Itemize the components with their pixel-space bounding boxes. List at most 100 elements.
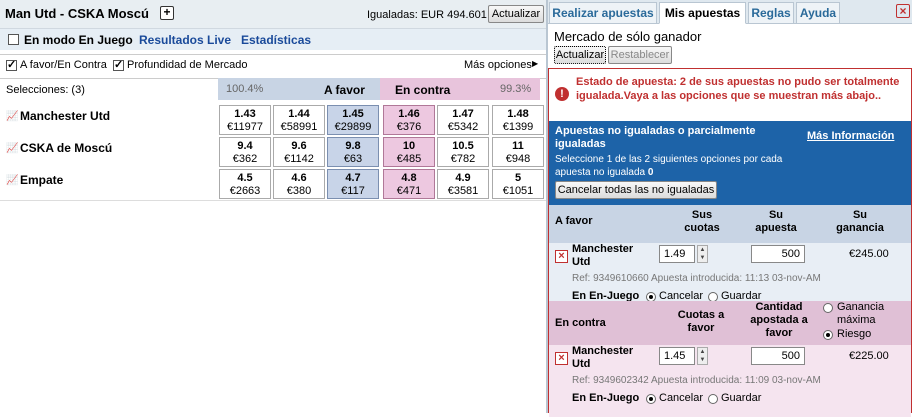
inplay-option-label: En En-Juego	[572, 392, 640, 404]
max-profit-label: Ganancia máxima	[837, 301, 885, 326]
keep-radio[interactable]	[708, 394, 718, 404]
price-cell[interactable]: 1.44 €58991	[273, 105, 325, 135]
volume: €63	[343, 153, 363, 165]
odds: 5	[514, 172, 522, 184]
instructions: Seleccione 1 de las 2 siguientes opcione…	[555, 153, 800, 179]
refresh-bets-button[interactable]: Actualizar	[554, 46, 606, 64]
unmatched-box: Apuestas no igualadas o parcialmente igu…	[549, 121, 911, 205]
best-lay-cell[interactable]: 4.8 €471	[383, 169, 435, 199]
odds: 10.5	[452, 140, 474, 152]
odds: 1.46	[398, 108, 420, 120]
matched-amount: Igualadas: EUR 494.601	[367, 9, 487, 21]
inplay-checkbox[interactable]	[8, 34, 19, 45]
market-title: Man Utd - CSKA Moscú	[5, 6, 149, 21]
odds: 1.47	[452, 108, 474, 120]
back-label: A favor	[324, 83, 365, 97]
odds: 9.6	[291, 140, 307, 152]
best-lay-cell[interactable]: 10 €485	[383, 137, 435, 167]
price-cell[interactable]: 1.48 €1399	[492, 105, 544, 135]
lay-section-label: En contra	[555, 317, 606, 329]
odds: 11	[512, 140, 524, 152]
volume: €1142	[284, 153, 314, 165]
refresh-button[interactable]: Actualizar	[488, 5, 544, 23]
instructions-text: Seleccione 1 de las 2 siguientes opcione…	[555, 154, 783, 178]
max-profit-radio[interactable]	[823, 303, 833, 313]
volume: €29899	[334, 121, 372, 133]
volume: €376	[396, 121, 422, 133]
price-cell[interactable]: 1.43 €11977	[219, 105, 271, 135]
runner-row: 📈 CSKA de Moscú 9.4 €362 9.6 €1142 9.8 €63 …	[0, 135, 546, 167]
price-cell[interactable]: 9.4 €362	[219, 137, 271, 167]
odds: 1.44	[288, 108, 310, 120]
price-cell[interactable]: 9.6 €1142	[273, 137, 325, 167]
error-icon: !	[555, 87, 569, 101]
price-cell[interactable]: 1.47 €5342	[437, 105, 489, 135]
back-lay-checkbox[interactable]	[6, 58, 17, 71]
odds-input[interactable]: 1.49	[659, 245, 695, 263]
cancel-radio[interactable]	[646, 394, 656, 404]
runner-row: 📈 Manchester Utd 1.43 €11977 1.44 €58991 1…	[0, 103, 546, 135]
best-back-cell[interactable]: 9.8 €63	[327, 137, 379, 167]
odds: 9.4	[237, 140, 253, 152]
bet-reference: Ref: 9349610660 Apuesta introducida: 11:…	[572, 273, 821, 284]
price-cell[interactable]: 4.5 €2663	[219, 169, 271, 199]
price-cell[interactable]: 4.9 €3581	[437, 169, 489, 199]
odds: 4.7	[345, 172, 361, 184]
liability-value: €225.00	[849, 350, 889, 362]
stake-input[interactable]: 500	[751, 347, 805, 365]
price-cell[interactable]: 10.5 €782	[437, 137, 489, 167]
market-type: Mercado de sólo ganador	[554, 29, 702, 44]
cancel-all-button[interactable]: Cancelar todas las no igualadas	[555, 181, 717, 199]
volume: €782	[450, 153, 476, 165]
lay-stake-column-label: Cantidad apostada a favor	[750, 301, 808, 339]
odds-stepper[interactable]: ▲ ▼	[697, 245, 708, 263]
chart-icon[interactable]: 📈	[6, 143, 18, 154]
odds-stepper[interactable]: ▲ ▼	[697, 347, 708, 365]
odds: 4.6	[291, 172, 307, 184]
risk-radio[interactable]	[823, 330, 833, 340]
more-options-link[interactable]: Más opciones	[464, 59, 532, 71]
stake-column-label: Su apuesta	[755, 209, 797, 234]
volume: €362	[232, 153, 258, 165]
runner-row: 📈 Empate 4.5 €2663 4.6 €380 4.7 €117 4.8 €47…	[0, 167, 546, 199]
best-lay-cell[interactable]: 1.46 €376	[383, 105, 435, 135]
instructions-count: 0	[647, 167, 654, 178]
bets-panel: ! Estado de apuesta: 2 de sus apuestas n…	[548, 68, 912, 417]
stake-input[interactable]: 500	[751, 245, 805, 263]
best-back-cell[interactable]: 1.45 €29899	[327, 105, 379, 135]
odds: 1.45	[342, 108, 364, 120]
odds-input[interactable]: 1.45	[659, 347, 695, 365]
tab-my-bets[interactable]: Mis apuestas	[659, 2, 746, 24]
remove-bet-icon[interactable]: ×	[555, 250, 568, 263]
best-back-cell[interactable]: 4.7 €117	[327, 169, 379, 199]
tab-place-bets[interactable]: Realizar apuestas	[549, 2, 657, 24]
back-section-header: A favor Sus cuotas Su apuesta Su gananci…	[549, 205, 911, 243]
more-info-link[interactable]: Más Información	[807, 130, 894, 142]
depth-checkbox[interactable]	[113, 58, 124, 71]
unmatched-title: Apuestas no igualadas o parcialmente igu…	[555, 125, 756, 150]
tab-help[interactable]: Ayuda	[796, 2, 840, 24]
market-panel: Man Utd - CSKA Moscú + Igualadas: EUR 49…	[0, 0, 546, 413]
volume: €485	[396, 153, 422, 165]
price-cell[interactable]: 11 €948	[492, 137, 544, 167]
betslip-tabs: Realizar apuestas Mis apuestas Reglas Ay…	[548, 0, 912, 24]
live-results-link[interactable]: Resultados Live	[139, 33, 231, 47]
options-bar: A favor/En Contra Profundidad de Mercado…	[0, 54, 546, 74]
lay-bet: × Manchester Utd 1.45 ▲ ▼ 500 €225.00 Ref…	[549, 345, 911, 417]
odds: 9.8	[345, 140, 361, 152]
reset-button[interactable]: Restablecer	[608, 46, 672, 64]
bet-reference: Ref: 9349602342 Apuesta introducida: 11:…	[572, 375, 821, 386]
add-favourite-icon[interactable]: +	[160, 6, 174, 20]
chart-icon[interactable]: 📈	[6, 111, 18, 122]
back-header: 100.4% A favor	[218, 78, 380, 100]
chart-icon[interactable]: 📈	[6, 175, 18, 186]
statistics-link[interactable]: Estadísticas	[241, 33, 311, 47]
divider	[0, 200, 546, 201]
remove-bet-icon[interactable]: ×	[555, 352, 568, 365]
close-icon[interactable]: ×	[896, 4, 910, 18]
error-box: ! Estado de apuesta: 2 de sus apuestas n…	[549, 69, 911, 121]
tab-rules[interactable]: Reglas	[748, 2, 794, 24]
price-cell[interactable]: 5 €1051	[492, 169, 544, 199]
odds: 4.8	[401, 172, 417, 184]
price-cell[interactable]: 4.6 €380	[273, 169, 325, 199]
